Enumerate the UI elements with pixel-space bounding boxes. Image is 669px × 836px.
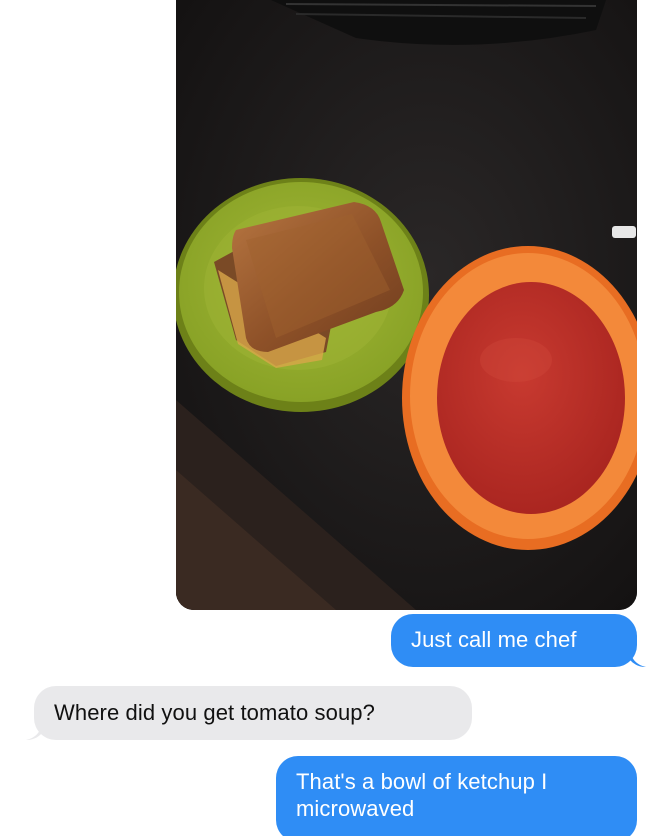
photo-image <box>176 0 637 610</box>
message-text: That's a bowl of ketchup I microwaved <box>296 769 548 821</box>
sent-message-bubble[interactable]: Just call me chef <box>391 614 637 667</box>
message-text: Just call me chef <box>411 627 577 652</box>
bubble-tail-icon <box>630 650 646 667</box>
sent-message-bubble[interactable]: That's a bowl of ketchup I microwaved <box>276 756 637 836</box>
bubble-tail-icon <box>26 723 42 740</box>
photo-message[interactable] <box>176 0 637 610</box>
received-message-bubble[interactable]: Where did you get tomato soup? <box>34 686 472 740</box>
message-text: Where did you get tomato soup? <box>54 700 375 725</box>
message-thread: Just call me chef Where did you get toma… <box>0 0 669 836</box>
